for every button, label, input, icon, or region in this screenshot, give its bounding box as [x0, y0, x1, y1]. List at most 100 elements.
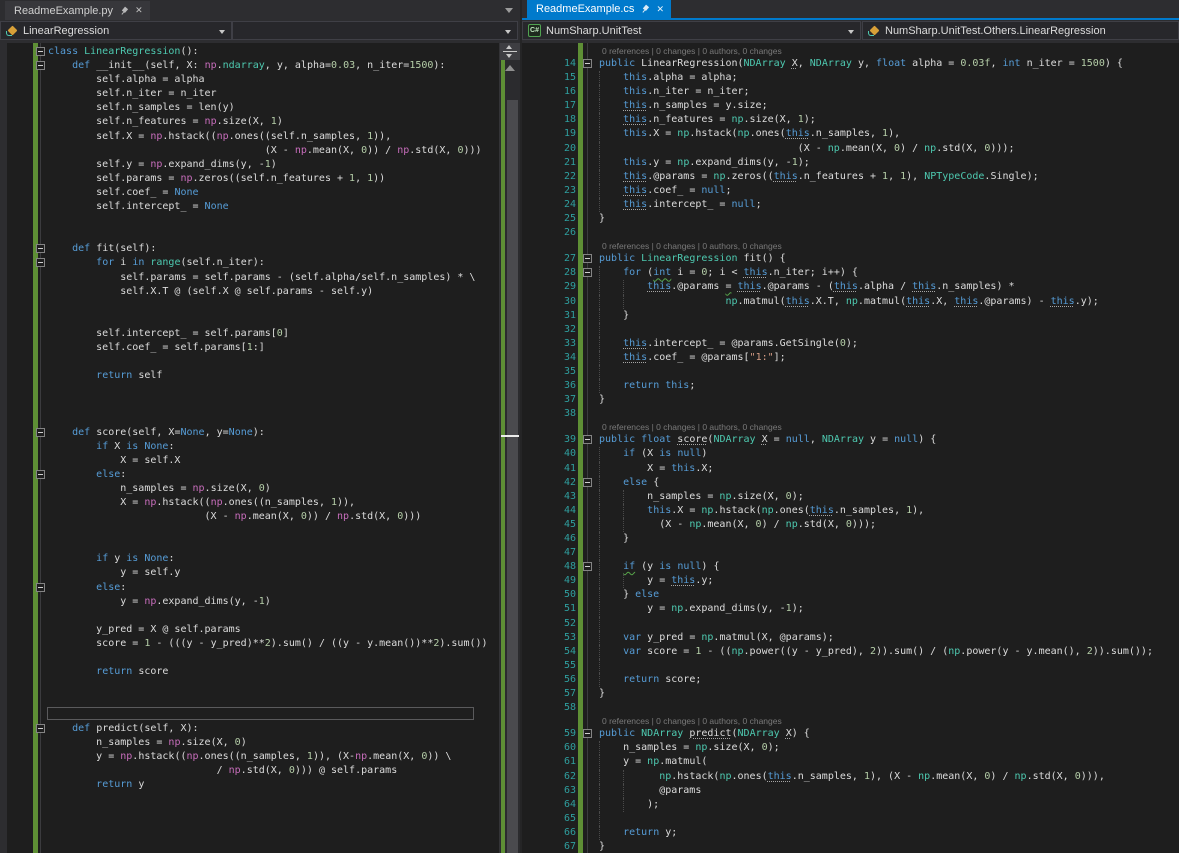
fold-collapse-icon[interactable]	[583, 729, 592, 739]
codelens-row[interactable]: 0 references | 0 changes | 0 authors, 0 …	[522, 715, 1179, 727]
code-line[interactable]	[0, 313, 500, 327]
type-dropdown[interactable]: NumSharp.UnitTest.Others.LinearRegressio…	[862, 21, 1179, 40]
line-number[interactable]: 36	[540, 379, 576, 393]
code-line[interactable]: 36 return this;	[522, 379, 1179, 394]
code-line[interactable]: 15 this.alpha = alpha;	[522, 71, 1179, 86]
close-icon[interactable]: ✕	[135, 6, 143, 15]
line-number[interactable]: 65	[540, 812, 576, 826]
code-line[interactable]	[0, 524, 500, 538]
code-line[interactable]: self.params = np.zeros((self.n_features …	[0, 172, 500, 186]
tab-readmeexample-py[interactable]: ReadmeExample.py ✕	[5, 1, 150, 20]
line-number[interactable]: 48	[540, 560, 576, 574]
fold-collapse-icon[interactable]	[583, 59, 592, 68]
code-line[interactable]: 19 this.X = np.hstack(np.ones(this.n_sam…	[522, 127, 1179, 142]
code-line[interactable]: 28 for (int i = 0; i < this.n_iter; i++)…	[522, 266, 1179, 281]
code-line[interactable]	[0, 299, 500, 313]
fold-collapse-icon[interactable]	[583, 562, 592, 572]
code-line[interactable]: 22 this.@params = np.zeros((this.n_featu…	[522, 169, 1179, 184]
codelens-text[interactable]: 0 references | 0 changes | 0 authors, 0 …	[602, 715, 782, 727]
scrollbar-thumb[interactable]	[507, 100, 518, 853]
line-number[interactable]: 33	[540, 337, 576, 351]
line-number[interactable]: 58	[540, 701, 576, 715]
fold-collapse-icon[interactable]	[36, 47, 45, 56]
code-line[interactable]: 67}	[522, 840, 1179, 853]
line-number[interactable]: 56	[540, 673, 576, 687]
code-line[interactable]	[0, 411, 500, 425]
code-line[interactable]: def fit(self):	[0, 242, 500, 256]
code-line[interactable]: for i in range(self.n_iter):	[0, 256, 500, 270]
line-number[interactable]: 28	[540, 266, 576, 280]
code-line[interactable]: 29 this.@params = this.@params - (this.a…	[522, 280, 1179, 295]
code-line[interactable]: self.alpha = alpha	[0, 73, 500, 87]
codelens-text[interactable]: 0 references | 0 changes | 0 authors, 0 …	[602, 421, 782, 433]
line-number[interactable]: 17	[540, 99, 576, 113]
code-line[interactable]: n_samples = np.size(X, 0)	[0, 736, 500, 750]
line-number[interactable]: 34	[540, 351, 576, 365]
line-number[interactable]: 39	[540, 433, 576, 447]
code-line[interactable]: y_pred = X @ self.params	[0, 623, 500, 637]
code-line[interactable]: 32	[522, 322, 1179, 337]
code-line[interactable]: (X - np.mean(X, 0)) / np.std(X, 0)))	[0, 510, 500, 524]
line-number[interactable]: 59	[540, 727, 576, 741]
line-number[interactable]: 60	[540, 741, 576, 755]
fold-collapse-icon[interactable]	[583, 477, 592, 487]
code-line[interactable]: if X is None:	[0, 440, 500, 454]
line-number[interactable]: 51	[540, 602, 576, 616]
code-line[interactable]	[0, 693, 500, 707]
code-line[interactable]: 24 this.intercept_ = null;	[522, 197, 1179, 213]
tab-list-chevron-icon[interactable]	[505, 8, 513, 13]
code-line[interactable]: 33 this.intercept_ = @params.GetSingle(0…	[522, 336, 1179, 351]
line-number[interactable]: 57	[540, 687, 576, 701]
code-line[interactable]	[0, 538, 500, 552]
line-number[interactable]: 50	[540, 588, 576, 602]
code-line[interactable]: self.n_iter = n_iter	[0, 87, 500, 101]
line-number[interactable]: 37	[540, 393, 576, 407]
fold-collapse-icon[interactable]	[36, 427, 45, 437]
code-line[interactable]: 60 n_samples = np.size(X, 0);	[522, 741, 1179, 756]
code-line[interactable]: 63 @params	[522, 783, 1179, 798]
code-line[interactable]	[0, 355, 500, 369]
line-number[interactable]: 45	[540, 518, 576, 532]
line-number[interactable]: 49	[540, 574, 576, 588]
code-line[interactable]	[0, 609, 500, 623]
line-number[interactable]: 66	[540, 826, 576, 840]
code-line[interactable]: else:	[0, 468, 500, 482]
code-line[interactable]	[0, 214, 500, 228]
code-line[interactable]: 62 np.hstack(np.ones(this.n_samples, 1),…	[522, 769, 1179, 784]
codelens-row[interactable]: 0 references | 0 changes | 0 authors, 0 …	[522, 240, 1179, 252]
line-number[interactable]: 47	[540, 546, 576, 560]
line-number[interactable]: 67	[540, 840, 576, 853]
code-line[interactable]: self.n_samples = len(y)	[0, 101, 500, 115]
code-line[interactable]: 58	[522, 701, 1179, 715]
code-line[interactable]: 45 (X - np.mean(X, 0) / np.std(X, 0)));	[522, 517, 1179, 532]
code-line[interactable]: 48 if (y is null) {	[522, 560, 1179, 575]
line-number[interactable]: 23	[540, 184, 576, 198]
line-number[interactable]: 14	[540, 57, 576, 71]
code-line[interactable]: 34 this.coef_ = @params["1:"];	[522, 350, 1179, 365]
line-number[interactable]: 43	[540, 490, 576, 504]
member-dropdown[interactable]	[232, 21, 518, 40]
code-line[interactable]: (X - np.mean(X, 0)) / np.std(X, 0)))	[0, 144, 500, 158]
fold-collapse-icon[interactable]	[36, 258, 45, 268]
codelens-text[interactable]: 0 references | 0 changes | 0 authors, 0 …	[602, 240, 782, 252]
code-line[interactable]: 39 public float score(NDArray X = null, N…	[522, 433, 1179, 447]
code-line[interactable]: y = self.y	[0, 566, 500, 580]
code-line[interactable]: 31 }	[522, 308, 1179, 323]
code-line[interactable]: 17 this.n_samples = y.size;	[522, 99, 1179, 114]
code-line[interactable]: def score(self, X=None, y=None):	[0, 426, 500, 440]
code-line[interactable]: 43 n_samples = np.size(X, 0);	[522, 489, 1179, 504]
tab-readmeexample-cs[interactable]: ReadmeExample.cs ✕	[527, 0, 671, 18]
code-line[interactable]: 20 (X - np.mean(X, 0) / np.std(X, 0)));	[522, 141, 1179, 156]
line-number[interactable]: 54	[540, 645, 576, 659]
type-dropdown[interactable]: LinearRegression	[0, 21, 232, 40]
line-number[interactable]: 53	[540, 631, 576, 645]
line-number[interactable]: 40	[540, 447, 576, 461]
code-line[interactable]: def predict(self, X):	[0, 722, 500, 736]
code-line[interactable]: 56 return score;	[522, 672, 1179, 688]
code-line[interactable]: 44 this.X = np.hstack(np.ones(this.n_sam…	[522, 503, 1179, 518]
code-line[interactable]: 41 X = this.X;	[522, 461, 1179, 476]
code-line[interactable]	[0, 806, 500, 820]
code-line[interactable]: 37}	[522, 393, 1179, 407]
code-line[interactable]: 49 y = this.y;	[522, 574, 1179, 589]
line-number[interactable]: 32	[540, 323, 576, 337]
